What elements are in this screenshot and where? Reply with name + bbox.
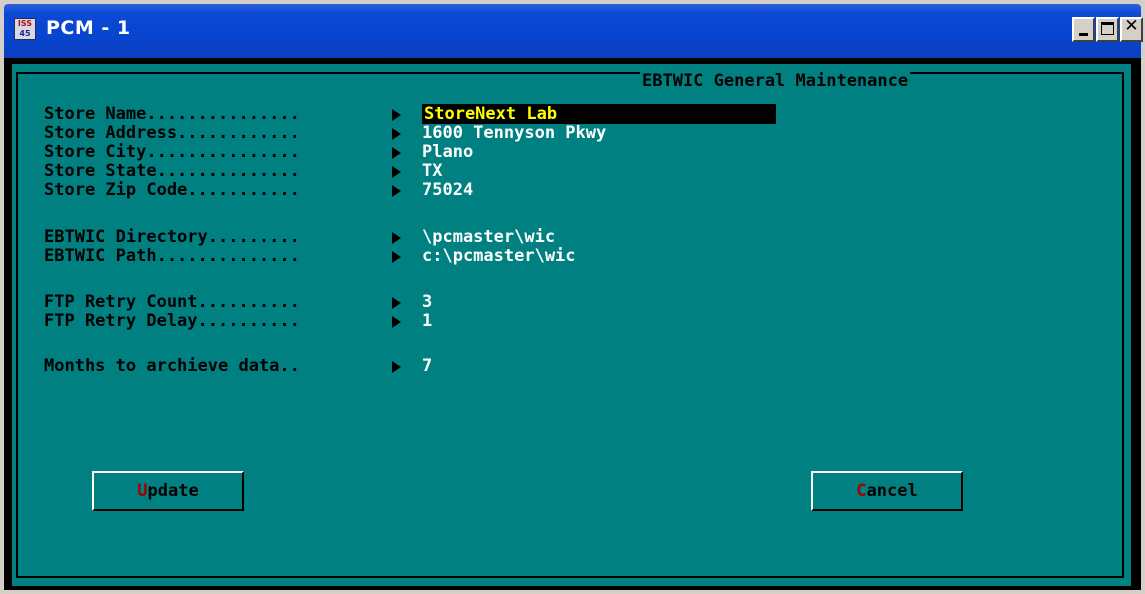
store-city-input[interactable]: Plano: [422, 142, 473, 162]
minimize-icon: [1079, 33, 1088, 36]
cancel-hotkey: C: [856, 481, 867, 501]
ftp-retry-count-input[interactable]: 3: [422, 292, 432, 312]
maintenance-panel: EBTWIC General Maintenance Store Name...…: [12, 64, 1131, 586]
field-label: Months to archieve data..: [44, 356, 300, 376]
store-address-input[interactable]: 1600 Tennyson Pkwy: [422, 123, 606, 143]
field-label: Store Zip Code...........: [44, 180, 300, 200]
field-label: FTP Retry Delay..........: [44, 311, 300, 331]
field-label: EBTWIC Path..............: [44, 246, 300, 266]
pointer-arrow-icon: [392, 147, 401, 159]
store-state-input[interactable]: TX: [422, 161, 442, 181]
pointer-arrow-icon: [392, 109, 401, 121]
app-icon-text-top: ISS: [17, 19, 33, 28]
close-icon: ✕: [1124, 16, 1139, 36]
pointer-arrow-icon: [392, 185, 401, 197]
console-area: EBTWIC General Maintenance Store Name...…: [4, 58, 1141, 590]
cancel-label: ancel: [866, 481, 918, 501]
field-label: FTP Retry Count..........: [44, 292, 300, 312]
pointer-arrow-icon: [392, 232, 401, 244]
ebtwic-directory-input[interactable]: \pcmaster\wic: [422, 227, 555, 247]
field-label: Store Name...............: [44, 104, 300, 124]
maximize-icon: [1101, 22, 1114, 35]
terminal-window: ISS 45 PCM - 1 ✕ EBTWIC General Maintena…: [0, 0, 1145, 594]
app-icon-text-bottom: 45: [19, 29, 31, 38]
pointer-arrow-icon: [392, 297, 401, 309]
title-bar[interactable]: ISS 45 PCM - 1 ✕: [4, 4, 1143, 58]
update-label: pdate: [147, 481, 199, 501]
maximize-button[interactable]: [1096, 17, 1119, 42]
update-button[interactable]: Update: [92, 471, 244, 511]
pointer-arrow-icon: [392, 166, 401, 178]
field-label: Store Address............: [44, 123, 300, 143]
field-label: Store State..............: [44, 161, 300, 181]
ebtwic-path-input[interactable]: c:\pcmaster\wic: [422, 246, 576, 266]
panel-title: EBTWIC General Maintenance: [640, 71, 911, 91]
pointer-arrow-icon: [392, 251, 401, 263]
pointer-arrow-icon: [392, 361, 401, 373]
pointer-arrow-icon: [392, 128, 401, 140]
store-zip-input[interactable]: 75024: [422, 180, 473, 200]
app-icon[interactable]: ISS 45: [14, 18, 36, 40]
update-hotkey: U: [137, 481, 148, 501]
months-archive-input[interactable]: 7: [422, 356, 432, 376]
pointer-arrow-icon: [392, 316, 401, 328]
cancel-button[interactable]: Cancel: [811, 471, 963, 511]
ftp-retry-delay-input[interactable]: 1: [422, 311, 432, 331]
minimize-button[interactable]: [1072, 17, 1095, 42]
field-label: Store City...............: [44, 142, 300, 162]
store-name-input[interactable]: StoreNext Lab: [422, 104, 776, 124]
close-button[interactable]: ✕: [1120, 16, 1143, 42]
window-title: PCM - 1: [46, 17, 131, 39]
field-label: EBTWIC Directory.........: [44, 227, 300, 247]
